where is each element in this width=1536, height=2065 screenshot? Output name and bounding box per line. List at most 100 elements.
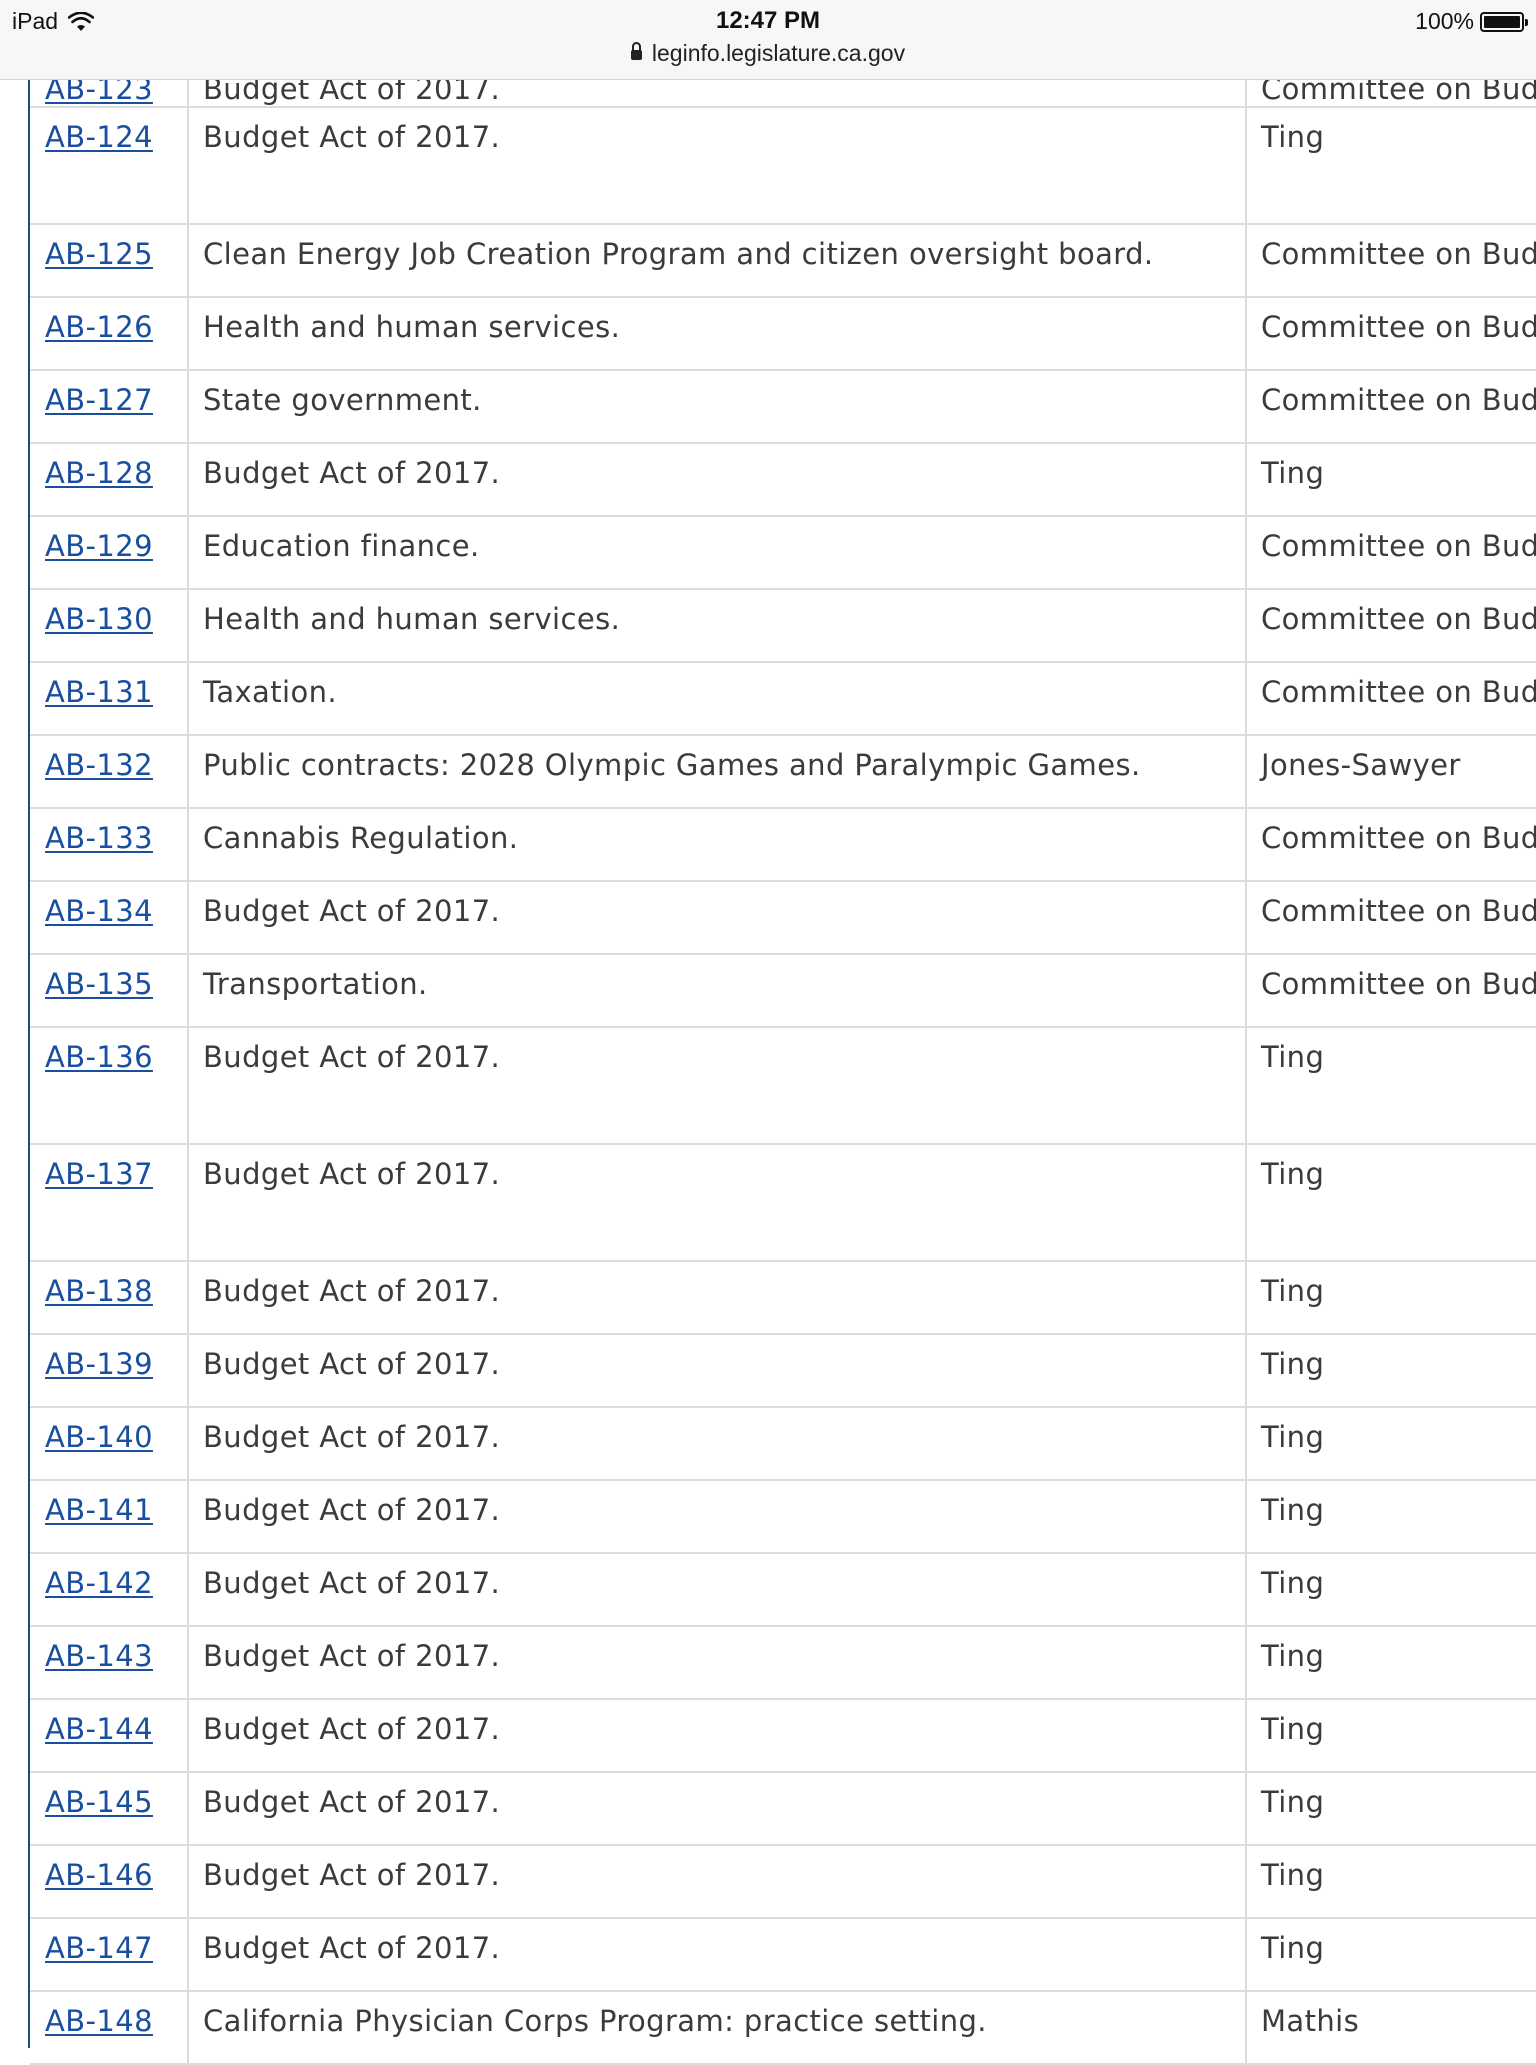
bill-number-cell: AB-133 (30, 808, 189, 882)
table-row: AB-132 Public contracts: 2028 Olympic Gam… (30, 735, 1536, 809)
bill-link[interactable]: AB-131 (45, 675, 153, 709)
bill-title-cell: Taxation. (187, 662, 1247, 736)
bill-title-cell: California Physician Corps Program: prac… (187, 1991, 1247, 2065)
bill-title-cell: Budget Act of 2017. (187, 1027, 1247, 1145)
bill-link[interactable]: AB-128 (45, 456, 153, 490)
bill-link[interactable]: AB-127 (45, 383, 153, 417)
bill-number-cell: AB-136 (30, 1027, 189, 1145)
table-row: AB-139 Budget Act of 2017. Ting (30, 1334, 1536, 1408)
bill-number-cell: AB-125 (30, 224, 189, 298)
status-bar: iPad 12:47 PM 100% leginfo.legislature.c… (0, 0, 1536, 80)
bill-number-cell: AB-144 (30, 1699, 189, 1773)
table-row: AB-143 Budget Act of 2017. Ting (30, 1626, 1536, 1700)
bill-author-cell: Ting (1245, 1845, 1536, 1919)
table-row: AB-137 Budget Act of 2017. Ting (30, 1144, 1536, 1262)
bill-number-cell: AB-127 (30, 370, 189, 444)
bill-title-cell: Budget Act of 2017. (187, 1480, 1247, 1554)
bill-link[interactable]: AB-132 (45, 748, 153, 782)
url-text: leginfo.legislature.ca.gov (651, 40, 906, 66)
bill-author-cell: Ting (1245, 1480, 1536, 1554)
bill-number-cell: AB-143 (30, 1626, 189, 1700)
bill-number-cell: AB-134 (30, 881, 189, 955)
bill-link[interactable]: AB-140 (45, 1420, 153, 1454)
address-bar[interactable]: leginfo.legislature.ca.gov (0, 40, 1536, 67)
bill-number-cell: AB-147 (30, 1918, 189, 1992)
table-row: AB-129 Education finance. Committee on Bud… (30, 516, 1536, 590)
table-row: AB-141 Budget Act of 2017. Ting (30, 1480, 1536, 1554)
bill-link[interactable]: AB-145 (45, 1785, 153, 1819)
bill-number-cell: AB-140 (30, 1407, 189, 1481)
bill-number-cell: AB-126 (30, 297, 189, 371)
bill-link[interactable]: AB-134 (45, 894, 153, 928)
bill-title-cell: Health and human services. (187, 297, 1247, 371)
table-row: AB-146 Budget Act of 2017. Ting (30, 1845, 1536, 1919)
bill-title-cell: Budget Act of 2017. (187, 1261, 1247, 1335)
bill-number-cell: AB-132 (30, 735, 189, 809)
bill-author-cell: Ting (1245, 1027, 1536, 1145)
table-row: AB-147 Budget Act of 2017. Ting (30, 1918, 1536, 1992)
bill-number-cell: AB-129 (30, 516, 189, 590)
table-row: AB-126 Health and human services. Committe… (30, 297, 1536, 371)
bill-author-cell: Ting (1245, 443, 1536, 517)
bill-title-cell: Budget Act of 2017. (187, 1407, 1247, 1481)
bill-author-cell: Committee on Budget (1245, 808, 1536, 882)
bill-link[interactable]: AB-141 (45, 1493, 153, 1527)
table-row: AB-125 Clean Energy Job Creation Program … (30, 224, 1536, 298)
bill-link[interactable]: AB-144 (45, 1712, 153, 1746)
bill-link[interactable]: AB-136 (45, 1040, 153, 1074)
table-row: AB-131 Taxation.Committee on Budget (30, 662, 1536, 736)
bill-number-cell: AB-141 (30, 1480, 189, 1554)
bill-link[interactable]: AB-124 (45, 120, 153, 154)
bill-link[interactable]: AB-139 (45, 1347, 153, 1381)
bill-number-cell: AB-146 (30, 1845, 189, 1919)
bill-link[interactable]: AB-126 (45, 310, 153, 344)
bill-link[interactable]: AB-138 (45, 1274, 153, 1308)
battery-percent: 100% (1415, 8, 1474, 34)
bill-number-cell: AB-137 (30, 1144, 189, 1262)
bill-title-cell: Budget Act of 2017. (187, 1626, 1247, 1700)
bill-link[interactable]: AB-130 (45, 602, 153, 636)
table-row: AB-144 Budget Act of 2017. Ting (30, 1699, 1536, 1773)
table-row: AB-148 California Physician Corps Program… (30, 1991, 1536, 2065)
bills-table: AB-123 Budget Act of 2017. Committee on Bu… (30, 62, 1536, 2065)
bill-author-cell: Committee on Budget (1245, 516, 1536, 590)
bill-title-cell: State government. (187, 370, 1247, 444)
bill-link[interactable]: AB-133 (45, 821, 153, 855)
table-row: AB-135 Transportation.Committee on Budget (30, 954, 1536, 1028)
table-row: AB-128 Budget Act of 2017. Ting (30, 443, 1536, 517)
bill-link[interactable]: AB-125 (45, 237, 153, 271)
bill-title-cell: Budget Act of 2017. (187, 1144, 1247, 1262)
table-row: AB-138 Budget Act of 2017. Ting (30, 1261, 1536, 1335)
bill-number-cell: AB-131 (30, 662, 189, 736)
bill-title-cell: Budget Act of 2017. (187, 107, 1247, 225)
bill-link[interactable]: AB-142 (45, 1566, 153, 1600)
bill-author-cell: Committee on Budget (1245, 297, 1536, 371)
bill-title-cell: Cannabis Regulation. (187, 808, 1247, 882)
status-right: 100% (1415, 8, 1528, 35)
bill-author-cell: Ting (1245, 1553, 1536, 1627)
bill-number-cell: AB-139 (30, 1334, 189, 1408)
battery-icon (1480, 11, 1528, 32)
bill-link[interactable]: AB-143 (45, 1639, 153, 1673)
bill-title-cell: Budget Act of 2017. (187, 1918, 1247, 1992)
bill-author-cell: Mathis (1245, 1991, 1536, 2065)
bill-author-cell: Ting (1245, 107, 1536, 225)
bill-author-cell: Ting (1245, 1334, 1536, 1408)
bill-link[interactable]: AB-148 (45, 2004, 153, 2038)
bill-link[interactable]: AB-137 (45, 1157, 153, 1191)
bill-title-cell: Budget Act of 2017. (187, 443, 1247, 517)
bill-author-cell: Ting (1245, 1626, 1536, 1700)
table-row: AB-130 Health and human services. Committe… (30, 589, 1536, 663)
bills-table-body: AB-123 Budget Act of 2017. Committee on Bu… (30, 62, 1536, 2065)
bill-author-cell: Ting (1245, 1699, 1536, 1773)
bill-link[interactable]: AB-129 (45, 529, 153, 563)
bill-author-cell: Ting (1245, 1918, 1536, 1992)
bill-link[interactable]: AB-135 (45, 967, 153, 1001)
bill-author-cell: Ting (1245, 1772, 1536, 1846)
bill-author-cell: Committee on Budget (1245, 954, 1536, 1028)
bill-link[interactable]: AB-147 (45, 1931, 153, 1965)
bill-author-cell: Ting (1245, 1407, 1536, 1481)
bill-number-cell: AB-128 (30, 443, 189, 517)
table-row: AB-124 Budget Act of 2017. Ting (30, 107, 1536, 225)
bill-link[interactable]: AB-146 (45, 1858, 153, 1892)
